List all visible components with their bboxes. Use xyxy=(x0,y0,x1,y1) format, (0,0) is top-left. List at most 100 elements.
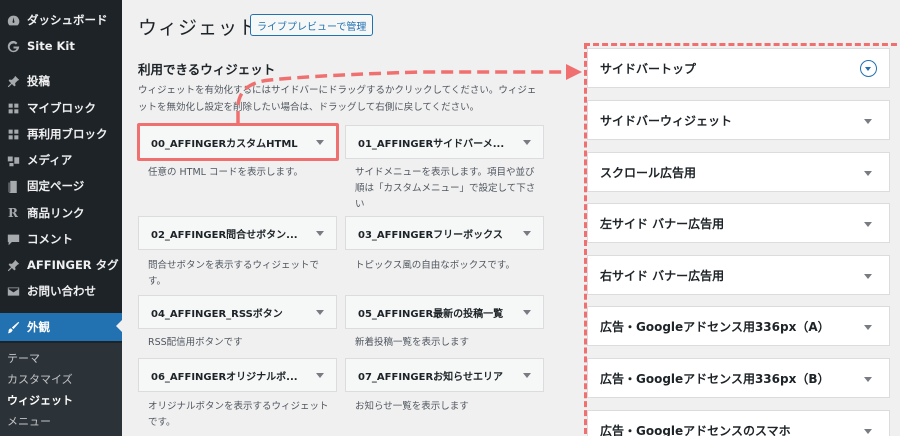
chevron-down-icon[interactable] xyxy=(864,377,872,382)
chevron-down-icon[interactable] xyxy=(864,171,872,176)
menu-label: 投稿 xyxy=(27,74,50,88)
page-icon xyxy=(6,179,20,193)
sidebar-area-right-banner[interactable]: 右サイド バナー広告用 xyxy=(587,255,890,295)
widget-description: サイドメニューを表示します。項目や並び 順は「カスタムメニュー」で設定して下さ … xyxy=(355,165,555,213)
comment-icon xyxy=(6,232,20,246)
description-line: 新着投稿一覧を表示します xyxy=(355,337,470,348)
description-line: す。 xyxy=(148,276,167,287)
sidebar-area-title: サイドバーウィジェット xyxy=(600,113,733,128)
widget-title: 05_AFFINGER最新の投稿一覧 xyxy=(358,308,504,320)
brush-icon xyxy=(6,320,20,334)
menu-label: 固定ページ xyxy=(27,179,85,193)
chevron-circle-icon[interactable] xyxy=(860,60,877,77)
submenu-widgets[interactable]: ウィジェット xyxy=(7,392,73,408)
menu-label: メディア xyxy=(27,153,73,167)
widget-04[interactable]: 04_AFFINGER_RSSボタン xyxy=(138,295,337,329)
chevron-down-icon[interactable] xyxy=(523,310,531,315)
chevron-down-icon[interactable] xyxy=(864,429,872,434)
menu-comments[interactable]: コメント xyxy=(0,226,122,252)
submenu-customize[interactable]: カスタマイズ xyxy=(7,371,73,387)
menu-posts[interactable]: 投稿 xyxy=(0,68,122,94)
widget-01[interactable]: 01_AFFINGERサイドバーメ... xyxy=(345,125,544,159)
menu-product-links[interactable]: R 商品リンク xyxy=(0,200,122,226)
description-line: サイドメニューを表示します。項目や並び xyxy=(355,167,535,178)
menu-contact[interactable]: お問い合わせ xyxy=(0,278,122,304)
chevron-down-icon[interactable] xyxy=(316,373,324,378)
site-kit-icon xyxy=(6,39,20,53)
widget-description: 問合せボタンを表示するウィジェットで す。 xyxy=(148,258,348,290)
page-title: ウィジェット xyxy=(138,17,259,39)
widget-title: 06_AFFINGERオリジナルボ... xyxy=(151,371,298,383)
menu-label: 商品リンク xyxy=(27,206,85,220)
chevron-down-icon[interactable] xyxy=(864,222,872,227)
description-line: お知らせ一覧を表示します xyxy=(355,401,469,412)
description-line: い xyxy=(355,199,365,210)
pin-icon xyxy=(6,74,20,88)
sidebar-area-adsense-mobile[interactable]: 広告・Googleアドセンスのスマホ xyxy=(587,410,890,436)
menu-label: コメント xyxy=(27,232,73,246)
menu-label: 再利用ブロック xyxy=(27,127,108,141)
media-icon xyxy=(6,153,20,167)
admin-sidebar: ダッシュボード Site Kit 投稿 マイブロック 再利用ブロック メディア … xyxy=(0,0,122,436)
menu-site-kit[interactable]: Site Kit xyxy=(0,33,122,59)
menu-label: Site Kit xyxy=(27,39,75,53)
menu-label: ダッシュボード xyxy=(27,13,108,27)
menu-label: AFFINGER タグ xyxy=(27,258,119,272)
widget-description: 新着投稿一覧を表示します xyxy=(355,335,555,351)
menu-affinger-tags[interactable]: AFFINGER タグ xyxy=(0,252,122,278)
widget-description: オリジナルボタンを表示するウィジェット です。 xyxy=(148,399,348,431)
widget-description: RSS配信用ボタンです xyxy=(148,335,348,351)
sidebar-area-widget[interactable]: サイドバーウィジェット xyxy=(587,100,890,140)
description-line: 問合せボタンを表示するウィジェットで xyxy=(148,260,320,271)
widget-06[interactable]: 06_AFFINGERオリジナルボ... xyxy=(138,358,337,392)
chevron-down-icon[interactable] xyxy=(864,274,872,279)
live-preview-button[interactable]: ライブプレビューで管理 xyxy=(250,14,374,36)
available-widgets-description: ウィジェットを有効化するにはサイドバーにドラッグするかクリックしてください。ウィ… xyxy=(138,82,548,116)
sidebar-area-title: 広告・Googleアドセンス用336px（A） xyxy=(600,319,830,334)
chevron-down-icon[interactable] xyxy=(864,119,872,124)
sidebar-area-title: スクロール広告用 xyxy=(600,165,697,180)
menu-dashboard[interactable]: ダッシュボード xyxy=(0,7,122,33)
chevron-down-icon[interactable] xyxy=(316,231,324,236)
sidebar-area-title: サイドバートップ xyxy=(600,61,697,76)
menu-my-blocks[interactable]: マイブロック xyxy=(0,95,122,121)
pin-icon xyxy=(6,258,20,272)
widget-title: 01_AFFINGERサイドバーメ... xyxy=(358,138,505,150)
chevron-down-icon[interactable] xyxy=(523,231,531,236)
description-line: 任意の HTML コードを表示します。 xyxy=(148,167,304,178)
menu-reusable-blocks[interactable]: 再利用ブロック xyxy=(0,121,122,147)
widget-02[interactable]: 02_AFFINGER問合せボタン... xyxy=(138,216,337,250)
menu-pages[interactable]: 固定ページ xyxy=(0,173,122,199)
dashboard-icon xyxy=(6,13,20,27)
widget-description: お知らせ一覧を表示します xyxy=(355,399,555,415)
widget-07[interactable]: 07_AFFINGERお知らせエリア xyxy=(345,358,544,392)
widget-title: 04_AFFINGER_RSSボタン xyxy=(151,308,283,320)
submenu-menus[interactable]: メニュー xyxy=(7,413,51,429)
sidebar-area-scroll-ad[interactable]: スクロール広告用 xyxy=(587,152,890,192)
chevron-down-icon[interactable] xyxy=(523,373,531,378)
menu-label: 外観 xyxy=(27,320,50,334)
menu-media[interactable]: メディア xyxy=(0,147,122,173)
widget-05[interactable]: 05_AFFINGER最新の投稿一覧 xyxy=(345,295,544,329)
selected-widget-highlight xyxy=(137,123,339,161)
menu-appearance[interactable]: 外観 xyxy=(0,313,122,341)
available-widgets-title: 利用できるウィジェット xyxy=(138,62,276,77)
description-line: ウィジェットを有効化するにはサイドバーにドラッグするかクリックしてください。ウィ… xyxy=(138,85,537,96)
sidebar-area-title: 右サイド バナー広告用 xyxy=(600,268,725,283)
chevron-down-icon[interactable] xyxy=(523,140,531,145)
blocks-icon xyxy=(6,127,20,141)
blocks-icon xyxy=(6,101,20,115)
sidebar-area-top[interactable]: サイドバートップ xyxy=(587,48,890,88)
description-line: RSS配信用ボタンです xyxy=(148,337,243,348)
chevron-down-icon[interactable] xyxy=(864,325,872,330)
submenu-themes[interactable]: テーマ xyxy=(7,350,40,366)
widget-03[interactable]: 03_AFFINGERフリーボックス xyxy=(345,216,544,250)
sidebar-area-title: 左サイド バナー広告用 xyxy=(600,216,725,231)
sidebar-area-adsense-b[interactable]: 広告・Googleアドセンス用336px（B） xyxy=(587,358,890,398)
sidebar-area-adsense-a[interactable]: 広告・Googleアドセンス用336px（A） xyxy=(587,306,890,346)
chevron-down-icon[interactable] xyxy=(316,310,324,315)
sidebar-area-left-banner[interactable]: 左サイド バナー広告用 xyxy=(587,203,890,243)
widget-title: 03_AFFINGERフリーボックス xyxy=(358,229,503,241)
widget-description: 任意の HTML コードを表示します。 xyxy=(148,165,348,181)
description-line: オリジナルボタンを表示するウィジェット xyxy=(148,401,329,412)
